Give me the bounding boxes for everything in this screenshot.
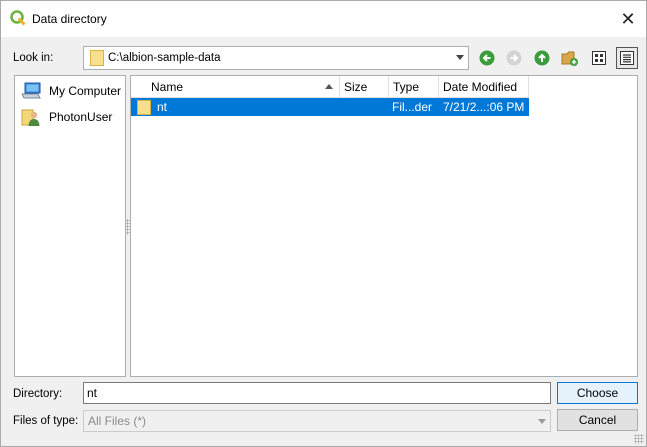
column-label: Type — [393, 79, 420, 94]
list-view-icon — [592, 51, 606, 65]
date-modified-cell: 7/21/2...:06 PM — [443, 100, 525, 114]
sidebar-item-photonuser[interactable]: PhotonUser — [21, 106, 112, 128]
directory-label: Directory: — [13, 388, 63, 400]
forward-arrow-icon — [506, 50, 522, 66]
column-label: Size — [344, 79, 368, 94]
column-header-date-modified[interactable]: Date Modified — [439, 76, 529, 98]
folder-icon — [90, 50, 104, 66]
directory-input[interactable]: nt — [83, 382, 551, 404]
type-cell: Fil...der — [392, 100, 433, 114]
column-label: Date Modified — [443, 79, 518, 94]
detail-view-button[interactable] — [616, 47, 638, 69]
look-in-label: Look in: — [13, 52, 54, 64]
computer-icon — [21, 82, 41, 99]
choose-button[interactable]: Choose — [557, 382, 638, 404]
places-sidebar: My Computer PhotonUser — [14, 75, 126, 377]
files-of-type-combo[interactable]: All Files (*) — [83, 410, 551, 432]
title-bar: Data directory ✕ — [1, 1, 646, 37]
back-arrow-icon — [479, 50, 495, 66]
table-row[interactable]: nt Fil...der 7/21/2...:06 PM — [131, 98, 529, 116]
sidebar-item-label: PhotonUser — [49, 110, 113, 124]
detail-view-icon — [620, 51, 634, 65]
chevron-down-icon — [538, 419, 546, 424]
look-in-combo[interactable]: C:\albion-sample-data — [83, 46, 469, 70]
files-of-type-label: Files of type: — [13, 415, 79, 427]
files-of-type-value: All Files (*) — [88, 414, 147, 428]
column-label: Name — [151, 79, 184, 94]
name-cell: nt — [131, 98, 340, 116]
back-button[interactable] — [476, 47, 498, 69]
list-view-button[interactable] — [588, 47, 610, 69]
up-arrow-icon — [534, 50, 550, 66]
sidebar-item-my-computer[interactable]: My Computer — [21, 80, 121, 102]
size-cell — [340, 98, 389, 116]
file-list[interactable]: Name Size Type Date Modified nt Fil...de… — [130, 75, 638, 377]
close-button[interactable]: ✕ — [610, 1, 646, 37]
file-name: nt — [157, 100, 168, 114]
data-directory-dialog: Data directory ✕ Look in: C:\albion-samp… — [0, 0, 647, 447]
qgis-logo-icon — [10, 10, 26, 26]
folder-icon — [137, 99, 151, 115]
sort-ascending-icon — [325, 84, 333, 89]
close-icon: ✕ — [620, 8, 636, 29]
new-folder-icon — [561, 51, 578, 66]
column-header-type[interactable]: Type — [389, 76, 439, 98]
look-in-path: C:\albion-sample-data — [108, 52, 221, 64]
user-folder-icon — [21, 109, 40, 126]
column-header-row: Name Size Type Date Modified — [131, 76, 529, 98]
cancel-button[interactable]: Cancel — [557, 409, 638, 431]
column-header-name[interactable]: Name — [131, 76, 340, 98]
window-title: Data directory — [32, 12, 107, 26]
column-header-size[interactable]: Size — [340, 76, 389, 98]
sidebar-item-label: My Computer — [49, 84, 122, 98]
parent-directory-button[interactable] — [531, 47, 553, 69]
resize-grip[interactable] — [634, 434, 644, 444]
new-folder-button[interactable] — [559, 47, 581, 69]
forward-button[interactable] — [503, 47, 525, 69]
chevron-down-icon — [456, 55, 464, 60]
